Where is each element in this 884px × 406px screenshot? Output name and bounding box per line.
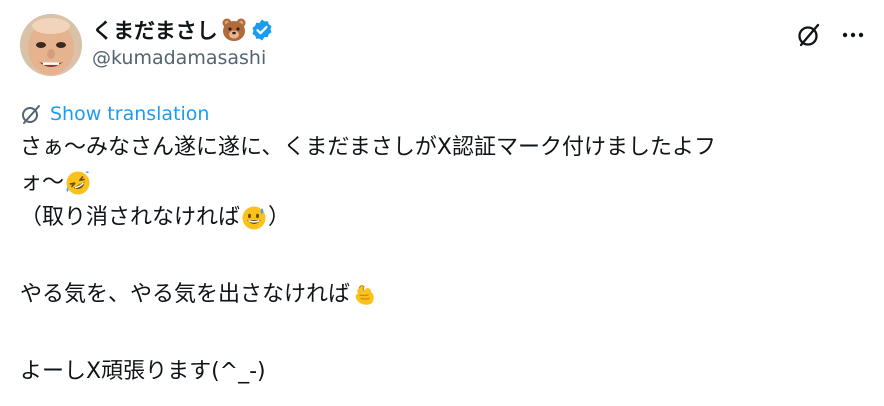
more-icon[interactable] [842, 24, 864, 46]
post-text: さぁ〜みなさん遂に遂に、くまだまさしがX認証マーク付けましたよフ ォ〜 （取り消… [20, 130, 860, 389]
grinning-sweat-icon [241, 205, 267, 231]
post-line-4-text: やる気を、やる気を出さなければ [20, 282, 351, 307]
name-row: くまだまさし [92, 16, 274, 44]
translate-icon [20, 103, 42, 125]
display-name[interactable]: くまだまさし [92, 15, 218, 45]
verified-badge-icon[interactable] [250, 18, 274, 42]
post-line-3-close-paren: ） [268, 205, 291, 230]
grok-icon[interactable] [796, 22, 822, 48]
post-blank-line-1 [20, 235, 860, 277]
handle[interactable]: @kumadamasashi [92, 47, 274, 69]
bear-face-icon [221, 17, 247, 43]
post-line-1-text: さぁ〜みなさん遂に遂に、くまだまさしがX認証マーク付けましたよフ [20, 135, 716, 160]
post-line-2: ォ〜 [20, 165, 860, 200]
post-line-4: やる気を、やる気を出さなければ [20, 277, 860, 312]
post-line-5: よーしX頑張ります(^_-) [20, 354, 860, 389]
author-names: くまだまさし @kumadamasashi [92, 16, 274, 69]
post-line-3-text: （取り消されなければ [20, 205, 241, 230]
post-actions [796, 22, 864, 48]
post-line-1: さぁ〜みなさん遂に遂に、くまだまさしがX認証マーク付けましたよフ [20, 130, 860, 165]
post-blank-line-2 [20, 312, 860, 354]
thumbs-pointing-hand-icon [351, 282, 377, 308]
avatar[interactable] [20, 14, 82, 76]
post-header: くまだまさし @kumadamasashi [20, 14, 864, 76]
post-line-2-text: ォ〜 [20, 170, 65, 195]
rolling-on-floor-laughing-icon [65, 170, 91, 196]
show-translation-label: Show translation [50, 103, 210, 125]
post-line-5-text: よーしX頑張ります(^_-) [20, 359, 266, 384]
post-line-3: （取り消されなければ ） [20, 200, 860, 235]
show-translation-button[interactable]: Show translation [20, 103, 209, 125]
